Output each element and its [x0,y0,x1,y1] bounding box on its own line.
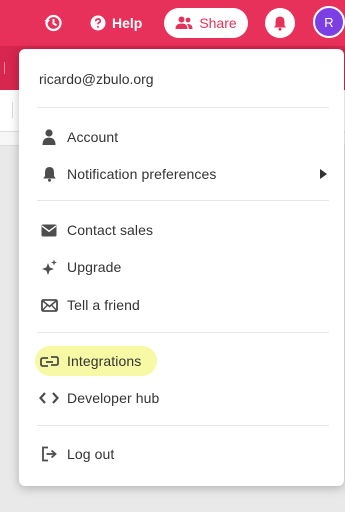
menu-item-integrations[interactable]: Integrations [39,348,329,374]
menu-item-log-out[interactable]: Log out [39,441,329,467]
menu-divider [37,425,329,426]
menu-item-account[interactable]: Account [39,124,329,150]
menu-divider [37,332,329,333]
account-email: ricardo@zbulo.org [39,71,154,87]
menu-item-label: Log out [67,446,115,462]
history-button[interactable] [40,10,66,36]
help-label: Help [112,15,143,31]
menu-item-developer-hub[interactable]: Developer hub [39,385,329,411]
user-icon [42,129,56,145]
menu-item-label: Developer hub [67,390,160,406]
menu-item-label: Notification preferences [67,166,217,182]
menu-item-upgrade[interactable]: Upgrade [39,254,329,280]
menu-item-label: Account [67,129,119,145]
menu-item-label: Contact sales [67,222,154,238]
bell-icon [42,167,56,182]
account-dropdown-menu: ricardo@zbulo.org Account Notification p… [19,49,344,486]
logout-icon [41,446,57,462]
avatar[interactable]: R [313,6,345,38]
menu-item-tell-a-friend[interactable]: Tell a friend [39,292,329,318]
menu-divider [37,200,329,201]
menu-item-contact-sales[interactable]: Contact sales [39,217,329,243]
envelope-icon [41,224,57,236]
help-button[interactable]: Help [90,12,142,34]
code-icon [39,392,59,404]
menu-item-label: Tell a friend [67,297,140,313]
share-label: Share [199,15,237,31]
share-people-icon [175,16,193,29]
mail-outline-icon [40,298,58,312]
avatar-initial: R [324,14,334,30]
notifications-button[interactable] [265,8,295,38]
share-button[interactable]: Share [164,8,248,38]
bell-icon [274,16,286,31]
history-icon [44,14,62,32]
menu-item-label: Integrations [67,353,142,369]
menu-item-label: Upgrade [67,259,122,275]
integrations-link-icon [39,355,59,367]
top-bar: Help Share R [0,0,345,46]
submenu-arrow-icon [320,169,327,179]
menu-divider [37,107,329,108]
help-icon [90,15,106,31]
sparkle-icon [41,259,57,275]
menu-item-notification-preferences[interactable]: Notification preferences [39,161,329,187]
